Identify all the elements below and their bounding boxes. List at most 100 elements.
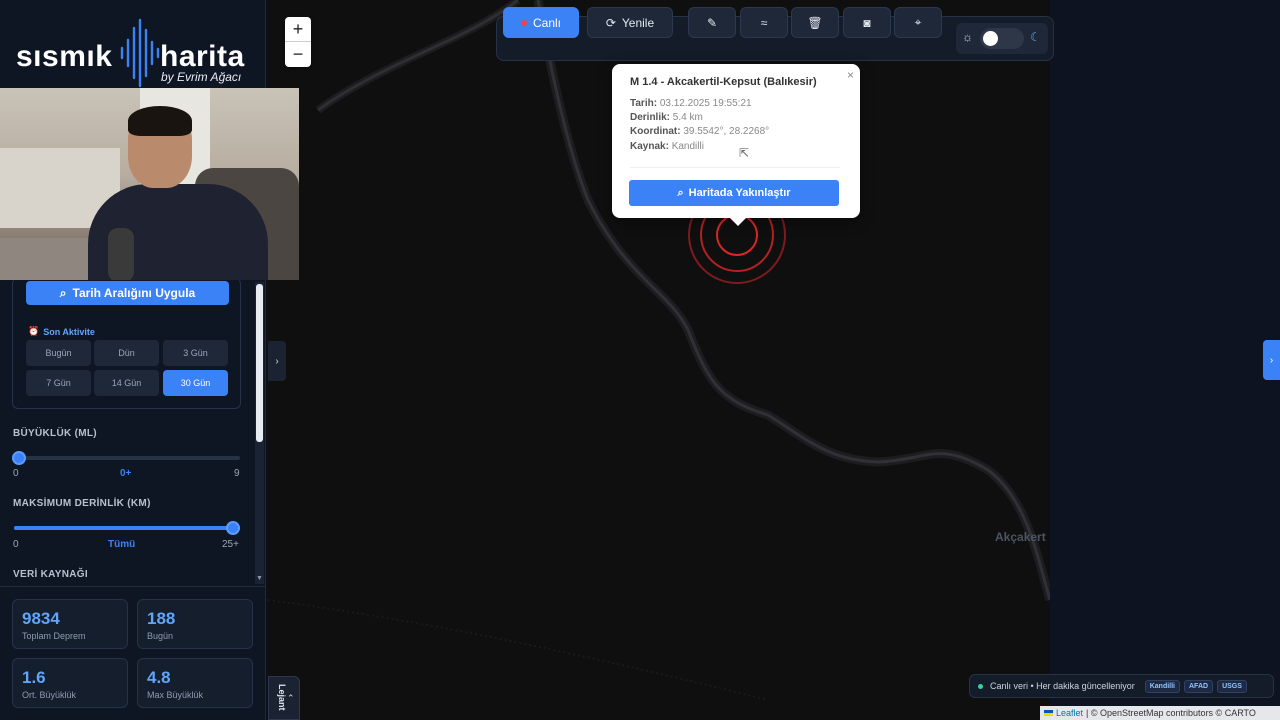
close-icon[interactable]: × (847, 68, 854, 82)
theme-switch[interactable] (980, 28, 1024, 49)
refresh-button[interactable]: ⟳ Yenile (587, 7, 673, 38)
live-button[interactable]: Canlı (503, 7, 579, 38)
camera-icon: ◙ (863, 15, 871, 30)
day-button-14-days[interactable]: 14 Gün (94, 370, 159, 396)
magnitude-value: 0+ (120, 468, 132, 479)
theme-toggle[interactable]: ☼ ☾ (956, 23, 1048, 54)
leaflet-link[interactable]: Leaflet (1056, 708, 1083, 718)
magnitude-slider-thumb[interactable] (12, 451, 26, 465)
max-depth-label: MAKSİMUM DERİNLİK (KM) (13, 498, 151, 509)
legend-tab[interactable]: Lejant ⌃ (268, 676, 300, 720)
heatmap-button[interactable]: ≈ (740, 7, 788, 38)
popup-title: M 1.4 - Akcakertil-Kepsut (Balıkesir) (630, 76, 817, 88)
scrollbar-thumb[interactable] (256, 284, 263, 442)
mouse-cursor-icon: ⇱ (739, 146, 750, 160)
day-button-today[interactable]: Bugün (26, 340, 91, 366)
stat-label: Bugün (147, 631, 174, 641)
right-panel-area (1050, 0, 1280, 720)
expand-left-panel-button[interactable]: › (268, 341, 286, 381)
refresh-icon: ⟳ (605, 15, 616, 30)
zoom-in-button[interactable]: + (285, 17, 311, 42)
stat-value: 1.6 (22, 668, 46, 687)
logo: sısmık harita by Evrim Ağacı (14, 14, 254, 90)
day-button-3-days[interactable]: 3 Gün (163, 340, 228, 366)
stat-label: Max Büyüklük (147, 690, 204, 700)
crosshair-icon: ⌖ (914, 15, 922, 29)
recent-activity-title: ⏰ Son Aktivite (28, 326, 95, 337)
sidebar-scrollbar[interactable]: ▼ (255, 282, 264, 584)
status-text: Canlı veri • Her dakika güncelleniyor (990, 681, 1135, 691)
search-icon: ⌕ (59, 285, 67, 300)
source-badge-usgs: USGS (1217, 679, 1247, 693)
row-value: 03.12.2025 19:55:21 (659, 98, 752, 109)
ruler-button[interactable]: ✎ (688, 7, 736, 38)
chevron-right-icon: › (275, 355, 279, 367)
stat-today: 188 Bugün (137, 599, 253, 649)
sun-icon: ☼ (962, 30, 973, 44)
seismic-wave-icon (120, 18, 160, 88)
apply-date-range-label: Tarih Aralığını Uygula (72, 286, 196, 300)
depth-slider-thumb[interactable] (226, 521, 240, 535)
stat-avg-magnitude: 1.6 Ort. Büyüklük (12, 658, 128, 708)
depth-min: 0 (13, 539, 19, 550)
search-icon: ⌕ (677, 186, 684, 199)
day-button-7-days[interactable]: 7 Gün (26, 370, 91, 396)
popup-row-coordinate: Koordinat: 39.5542°, 28.2268° (630, 126, 769, 137)
live-label: Canlı (532, 15, 561, 30)
popup-row-depth: Derinlik: 5.4 km (630, 112, 703, 123)
magnitude-min: 0 (13, 468, 19, 479)
source-badge-kandilli: Kandilli (1144, 679, 1180, 693)
source-badge-afad: AFAD (1184, 679, 1214, 693)
clear-button[interactable]: 🗑 (791, 7, 839, 38)
divider (0, 586, 266, 587)
row-value: Kandilli (671, 141, 704, 152)
logo-word-left: sısmık (16, 40, 113, 73)
data-source-label: VERİ KAYNAĞI (13, 569, 88, 580)
logo-byline: by Evrim Ağacı (161, 70, 242, 84)
magnitude-slider[interactable] (12, 451, 240, 465)
ruler-icon: ✎ (706, 15, 718, 30)
webcam-overlay (0, 88, 299, 280)
stat-label: Ort. Büyüklük (22, 690, 77, 700)
scroll-down-arrow-icon[interactable]: ▼ (255, 574, 264, 584)
row-key: Koordinat: (630, 126, 681, 137)
live-status-bar: Canlı veri • Her dakika güncelleniyor Ka… (969, 674, 1274, 698)
row-value: 39.5542°, 28.2268° (683, 126, 770, 137)
zoom-to-map-button[interactable]: ⌕ Haritada Yakınlaştır (629, 180, 839, 206)
ukraine-flag-icon (1044, 710, 1053, 716)
apply-date-range-button[interactable]: ⌕ Tarih Aralığını Uygula (26, 281, 229, 305)
popup-row-source: Kaynak: Kandilli (630, 141, 704, 152)
day-button-30-days[interactable]: 30 Gün (163, 370, 228, 396)
popup-tip (729, 217, 747, 226)
trash-icon: 🗑 (807, 15, 823, 30)
row-value: 5.4 km (672, 112, 703, 123)
row-key: Tarih: (630, 98, 658, 109)
logo-word-right: harita (160, 40, 245, 73)
screenshot-button[interactable]: ◙ (843, 7, 891, 38)
day-button-yesterday[interactable]: Dün (94, 340, 159, 366)
zoom-out-button[interactable]: − (285, 42, 311, 67)
town-label: Akçakert (995, 530, 1046, 544)
stat-value: 9834 (22, 609, 60, 628)
stat-label: Toplam Deprem (22, 631, 86, 641)
legend-label: Lejant (277, 684, 287, 711)
stat-value: 4.8 (147, 668, 171, 687)
popup-divider (630, 167, 840, 168)
depth-max: 25+ (222, 539, 239, 550)
earthquake-popup: × M 1.4 - Akcakertil-Kepsut (Balıkesir) … (612, 64, 860, 226)
zoom-to-map-label: Haritada Yakınlaştır (688, 187, 791, 199)
stat-max-magnitude: 4.8 Max Büyüklük (137, 658, 253, 708)
stat-total-quakes: 9834 Toplam Deprem (12, 599, 128, 649)
expand-right-panel-button[interactable]: › (1263, 340, 1280, 380)
map-attribution: Leaflet | © OpenStreetMap contributors ©… (1040, 706, 1280, 720)
recent-activity-label: Son Aktivite (43, 326, 95, 337)
locate-button[interactable]: ⌖ (894, 7, 942, 38)
stat-value: 188 (147, 609, 176, 628)
live-dot-icon (520, 19, 527, 26)
webcam-microphone (108, 228, 134, 280)
moon-icon: ☾ (1030, 30, 1041, 44)
depth-slider[interactable] (14, 521, 240, 535)
row-key: Derinlik: (630, 112, 671, 123)
magnitude-max: 9 (234, 468, 240, 479)
route-icon: ≈ (760, 15, 768, 30)
